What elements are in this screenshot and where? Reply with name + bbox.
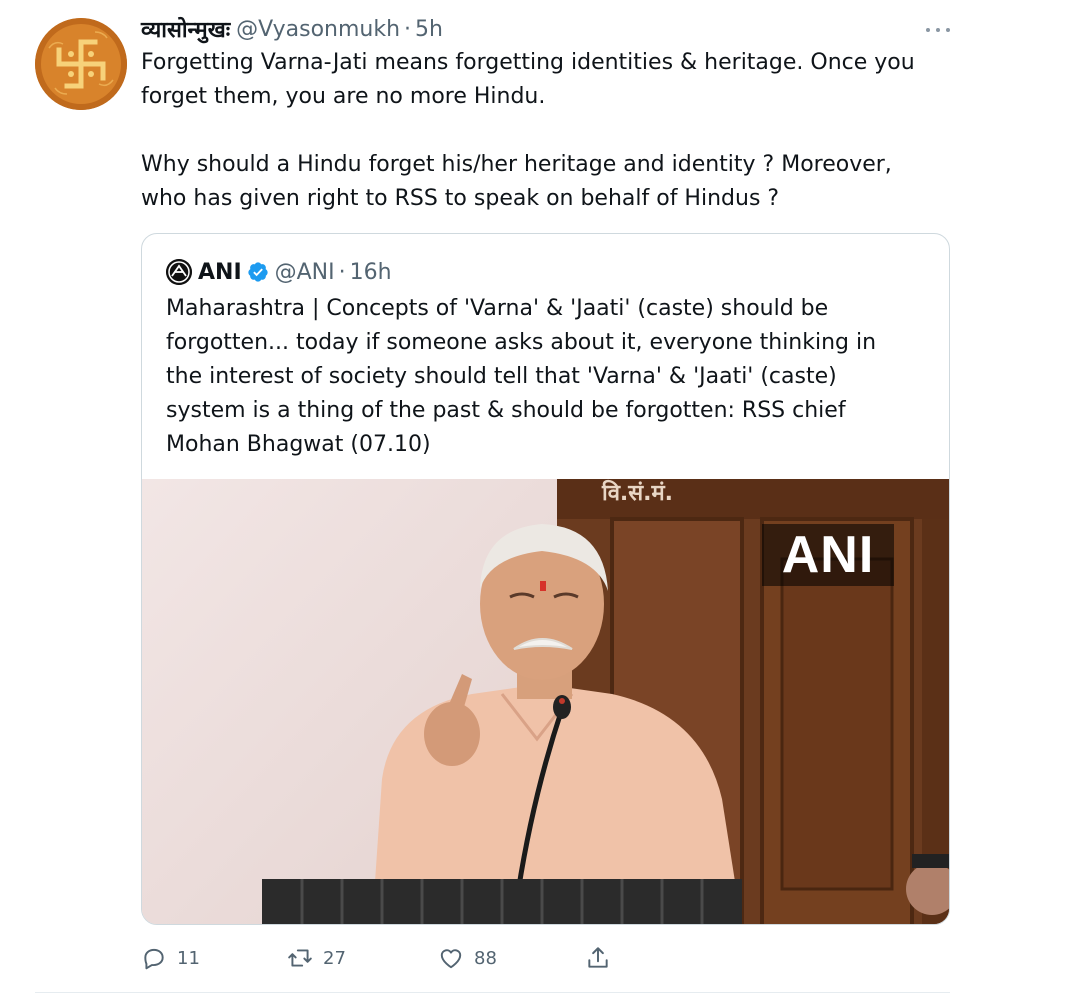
- divider: [35, 992, 950, 993]
- swastika-icon: [35, 18, 127, 110]
- quoted-handle[interactable]: @ANI: [275, 260, 335, 285]
- separator: ·: [404, 16, 412, 42]
- share-button[interactable]: [585, 940, 621, 976]
- retweet-icon: [288, 949, 312, 967]
- tweet-text-line: forget them, you are no more Hindu.: [141, 84, 546, 109]
- quoted-tweet-header: ANI @ANI · 16h: [166, 258, 392, 286]
- door-sign-text: वि.सं.मं.: [602, 481, 674, 506]
- tweet-text-line: who has given right to RSS to speak on b…: [141, 186, 780, 211]
- quoted-separator: ·: [338, 259, 346, 285]
- tweet-text-line: Forgetting Varna-Jati means forgetting i…: [141, 50, 915, 75]
- more-options-icon[interactable]: [926, 20, 950, 40]
- tweet-header: व्यासोन्मुखः @Vyasonmukh · 5h: [141, 14, 443, 44]
- reply-button[interactable]: 11: [141, 940, 200, 976]
- handle[interactable]: @Vyasonmukh: [236, 17, 400, 42]
- reply-count: 11: [177, 947, 200, 969]
- share-icon: [588, 947, 608, 968]
- quoted-timestamp[interactable]: 16h: [350, 260, 392, 285]
- quoted-avatar: [166, 259, 192, 285]
- media-image[interactable]: वि.सं.मं. ANI: [142, 479, 949, 924]
- like-button[interactable]: 88: [438, 940, 497, 976]
- reply-icon: [144, 948, 164, 970]
- tweet-text: Forgetting Varna-Jati means forgetting i…: [141, 46, 951, 216]
- verified-badge-icon: [248, 262, 268, 282]
- quoted-tweet-text: Maharashtra | Concepts of 'Varna' & 'Jaa…: [166, 292, 926, 462]
- watermark: ANI: [762, 524, 894, 586]
- timestamp[interactable]: 5h: [415, 17, 443, 42]
- like-count: 88: [474, 947, 497, 969]
- tweet[interactable]: व्यासोन्मुखः @Vyasonmukh · 5h Forgetting…: [0, 0, 1068, 994]
- tweet-text-line: [141, 114, 951, 148]
- quoted-text-line: Mohan Bhagwat (07.10): [166, 432, 431, 457]
- avatar[interactable]: [35, 18, 127, 110]
- retweet-count: 27: [323, 947, 346, 969]
- tweet-text-line: Why should a Hindu forget his/her herita…: [141, 152, 892, 177]
- retweet-button[interactable]: 27: [287, 940, 346, 976]
- quoted-display-name[interactable]: ANI: [198, 260, 242, 285]
- quoted-text-line: Maharashtra | Concepts of 'Varna' & 'Jaa…: [166, 296, 829, 321]
- quoted-text-line: system is a thing of the past & should b…: [166, 398, 846, 423]
- display-name[interactable]: व्यासोन्मुखः: [141, 14, 230, 44]
- like-icon: [440, 949, 462, 969]
- quoted-tweet[interactable]: ANI @ANI · 16h Maharashtra | Concepts of…: [141, 233, 950, 925]
- quoted-text-line: forgotten... today if someone asks about…: [166, 330, 877, 355]
- quoted-text-line: the interest of society should tell that…: [166, 364, 837, 389]
